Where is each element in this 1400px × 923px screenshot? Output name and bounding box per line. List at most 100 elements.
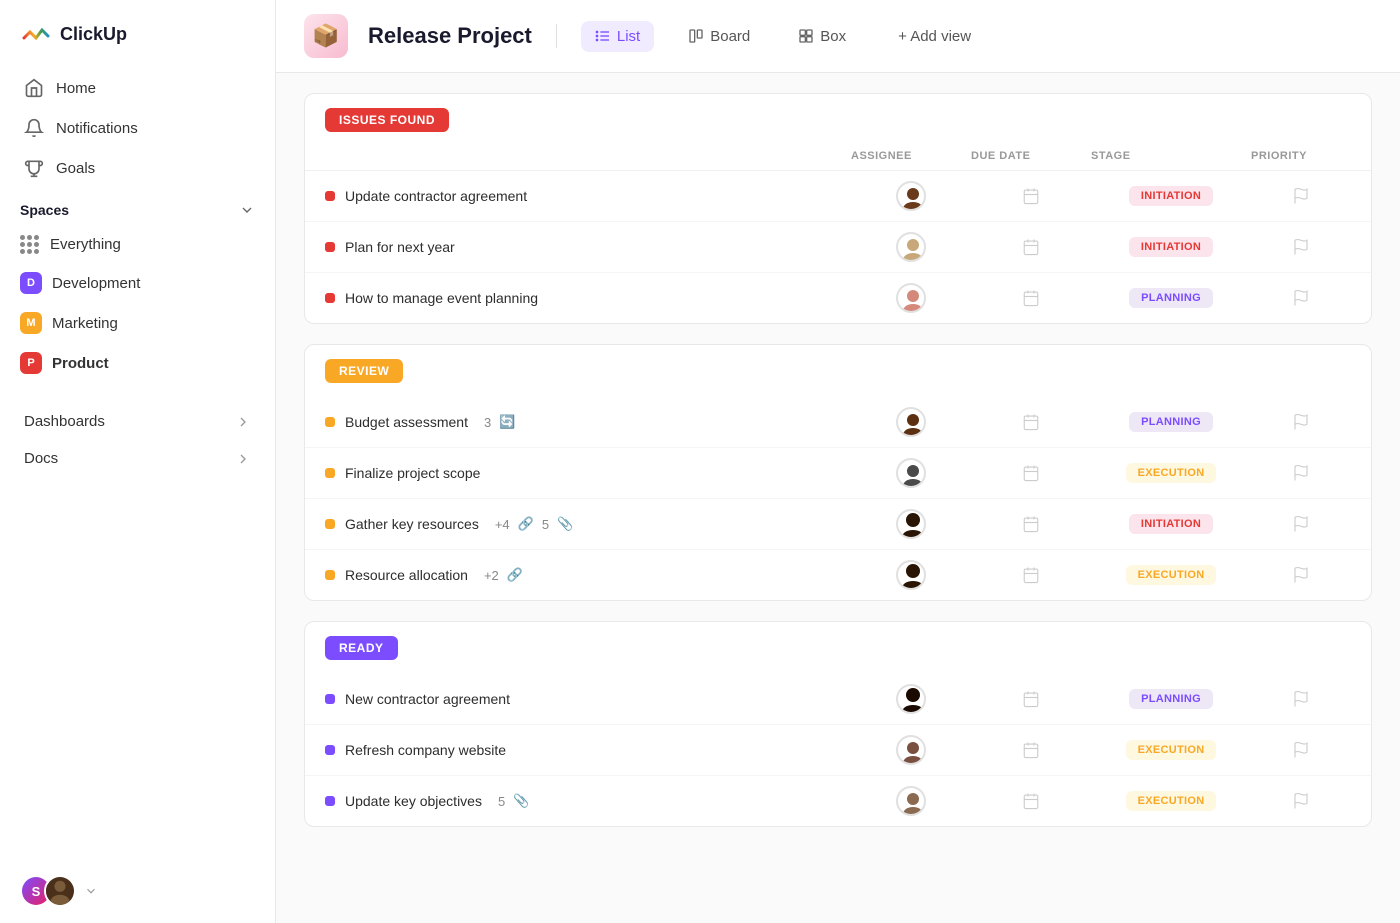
group-ready: READY New contractor agreement PLANNING — [304, 621, 1372, 827]
task-meta: +4 🔗 5 📎 — [495, 516, 573, 532]
marketing-icon: M — [20, 312, 42, 334]
task-dot — [325, 417, 335, 427]
stage-badge: INITIATION — [1129, 186, 1213, 206]
user-area[interactable]: S — [0, 859, 275, 923]
group-issues-badge: ISSUES FOUND — [325, 108, 449, 132]
calendar-icon — [1022, 464, 1040, 482]
meta-link-icon: 🔗 — [518, 516, 534, 532]
sidebar-item-home[interactable]: Home — [12, 68, 263, 108]
sidebar-item-development[interactable]: D Development — [8, 263, 267, 303]
task-row[interactable]: Budget assessment 3 🔄 PLANNING — [305, 397, 1371, 448]
main-header: 📦 Release Project List Board Box + Add v… — [276, 0, 1400, 73]
task-name-cell: Refresh company website — [325, 742, 851, 758]
marketing-label: Marketing — [52, 315, 118, 332]
group-issues-header: ISSUES FOUND — [305, 94, 1371, 146]
priority-cell — [1251, 289, 1351, 307]
task-dot — [325, 468, 335, 478]
user-avatars: S — [20, 875, 76, 907]
sidebar-item-goals[interactable]: Goals — [12, 148, 263, 188]
task-name: Gather key resources — [345, 516, 479, 532]
development-icon: D — [20, 272, 42, 294]
calendar-icon — [1022, 792, 1040, 810]
stage-badge: PLANNING — [1129, 288, 1213, 308]
avatar — [896, 786, 926, 816]
due-date-cell — [971, 464, 1091, 482]
task-dot — [325, 242, 335, 252]
task-row[interactable]: Plan for next year INITIATION — [305, 222, 1371, 273]
due-date-cell — [971, 792, 1091, 810]
view-tab-board[interactable]: Board — [674, 21, 764, 52]
task-row[interactable]: New contractor agreement PLANNING — [305, 674, 1371, 725]
avatar — [896, 458, 926, 488]
priority-cell — [1251, 187, 1351, 205]
sidebar-item-docs[interactable]: Docs — [12, 440, 263, 477]
logo[interactable]: ClickUp — [0, 0, 275, 68]
group-review: REVIEW Budget assessment 3 🔄 — [304, 344, 1372, 601]
avatar — [896, 735, 926, 765]
task-row[interactable]: How to manage event planning PLANNING — [305, 273, 1371, 323]
stage-cell: PLANNING — [1091, 689, 1251, 709]
stage-cell: EXECUTION — [1091, 463, 1251, 483]
task-dot — [325, 519, 335, 529]
task-row[interactable]: Finalize project scope EXECUTION — [305, 448, 1371, 499]
task-dot — [325, 191, 335, 201]
calendar-icon — [1022, 238, 1040, 256]
sidebar-item-marketing[interactable]: M Marketing — [8, 303, 267, 343]
task-row[interactable]: Refresh company website EXECUTION — [305, 725, 1371, 776]
flag-icon — [1292, 413, 1310, 431]
meta-count: 3 — [484, 415, 491, 430]
task-meta: 3 🔄 — [484, 414, 515, 430]
view-tab-list[interactable]: List — [581, 21, 654, 52]
col-priority-0: PRIORITY — [1251, 150, 1351, 162]
calendar-icon — [1022, 515, 1040, 533]
task-name: Budget assessment — [345, 414, 468, 430]
header-divider — [556, 24, 557, 48]
priority-cell — [1251, 792, 1351, 810]
stage-badge: EXECUTION — [1126, 565, 1217, 585]
assignee-cell — [851, 458, 971, 488]
sidebar-goals-label: Goals — [56, 160, 95, 177]
task-row[interactable]: Resource allocation +2 🔗 EXECUTION — [305, 550, 1371, 600]
development-label: Development — [52, 275, 140, 292]
task-name: How to manage event planning — [345, 290, 538, 306]
chevron-right-icon — [235, 414, 251, 430]
sidebar-item-everything[interactable]: Everything — [8, 226, 267, 263]
chevron-down-icon[interactable] — [239, 202, 255, 218]
assignee-cell — [851, 509, 971, 539]
stage-cell: EXECUTION — [1091, 565, 1251, 585]
calendar-icon — [1022, 741, 1040, 759]
assignee-cell — [851, 283, 971, 313]
task-dot — [325, 694, 335, 704]
stage-cell: INITIATION — [1091, 514, 1251, 534]
spaces-list: Everything D Development M Marketing P P… — [0, 226, 275, 383]
list-icon — [595, 28, 611, 44]
avatar — [896, 560, 926, 590]
sidebar-item-product[interactable]: P Product — [8, 343, 267, 383]
stage-cell: INITIATION — [1091, 186, 1251, 206]
everything-label: Everything — [50, 236, 121, 253]
task-name-cell: Finalize project scope — [325, 465, 851, 481]
add-view-button[interactable]: + Add view — [884, 21, 985, 52]
project-title: Release Project — [368, 23, 532, 49]
sidebar: ClickUp Home Notifications Goals Spaces … — [0, 0, 276, 923]
assignee-cell — [851, 684, 971, 714]
sidebar-bottom: Dashboards Docs — [0, 403, 275, 477]
box-tab-label: Box — [820, 28, 846, 45]
stage-cell: PLANNING — [1091, 412, 1251, 432]
task-dot — [325, 745, 335, 755]
docs-label: Docs — [24, 450, 58, 467]
sidebar-item-dashboards[interactable]: Dashboards — [12, 403, 263, 440]
task-row[interactable]: Update key objectives 5 📎 EXECUTION — [305, 776, 1371, 826]
sidebar-item-notifications[interactable]: Notifications — [12, 108, 263, 148]
meta-count2: 5 — [542, 517, 549, 532]
task-name-cell: Gather key resources +4 🔗 5 📎 — [325, 516, 851, 532]
priority-cell — [1251, 515, 1351, 533]
due-date-cell — [971, 566, 1091, 584]
task-row[interactable]: Gather key resources +4 🔗 5 📎 INITIATION — [305, 499, 1371, 550]
user-chevron-icon — [84, 884, 98, 898]
task-row[interactable]: Update contractor agreement INITIATION — [305, 171, 1371, 222]
task-name-cell: Resource allocation +2 🔗 — [325, 567, 851, 583]
view-tab-box[interactable]: Box — [784, 21, 860, 52]
chevron-right-icon-docs — [235, 451, 251, 467]
project-icon: 📦 — [304, 14, 348, 58]
